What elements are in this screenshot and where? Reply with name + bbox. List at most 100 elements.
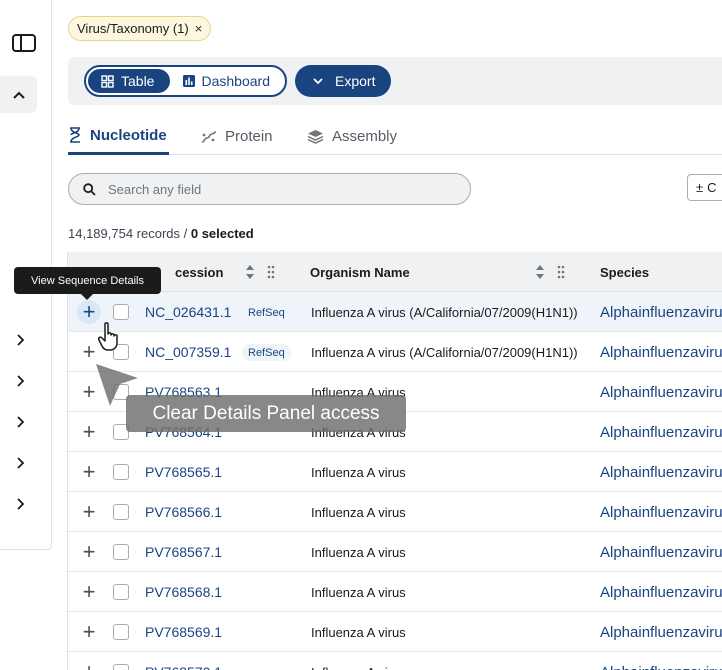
row-checkbox[interactable]	[113, 504, 129, 520]
records-total: 14,189,754 records /	[68, 226, 191, 241]
view-details-plus-icon[interactable]: +	[77, 300, 101, 324]
organism-name-cell: Influenza A virus	[311, 652, 406, 670]
accession-link[interactable]: NC_026431.1	[145, 292, 231, 332]
table-row: + PV768567.1 Influenza A virus Alphainfluen…	[68, 532, 722, 572]
accession-link[interactable]: PV768566.1	[145, 492, 222, 532]
filter-chip-label: Virus/Taxonomy (1)	[77, 21, 189, 36]
columns-button[interactable]: ± C	[687, 174, 722, 201]
sidebar-panel-icon[interactable]	[12, 34, 36, 52]
species-link[interactable]: Alphainfluenzaviru	[600, 612, 722, 652]
species-link[interactable]: Alphainfluenzaviru	[600, 532, 722, 572]
columns-button-label: C	[707, 180, 717, 195]
species-link[interactable]: Alphainfluenzaviru	[600, 572, 722, 612]
table-row: + PV768569.1 Influenza A virus Alphainfluen…	[68, 612, 722, 652]
row-checkbox[interactable]	[113, 464, 129, 480]
chevron-right-icon[interactable]	[12, 373, 28, 389]
export-button[interactable]: Export	[295, 65, 391, 97]
filter-chip-taxonomy[interactable]: Virus/Taxonomy (1) ×	[68, 16, 212, 41]
organism-header-label: Organism Name	[310, 264, 410, 280]
tab-protein[interactable]: Protein	[201, 118, 273, 155]
results-table: cession Organism Name Species + NC_026431…	[67, 252, 722, 670]
tab-assembly[interactable]: Assembly	[307, 118, 397, 155]
table-view-label: Table	[121, 73, 155, 89]
species-link[interactable]: Alphainfluenzaviru	[600, 292, 722, 332]
organism-name-cell: Influenza A virus	[311, 504, 406, 520]
tab-nucleotide-label: Nucleotide	[90, 126, 167, 144]
column-header-organism[interactable]: Organism Name	[310, 252, 410, 292]
row-checkbox[interactable]	[113, 304, 129, 320]
plus-minus-icon: ±	[696, 180, 704, 195]
accession-link[interactable]: PV768569.1	[145, 612, 222, 652]
search-input[interactable]	[108, 181, 408, 197]
column-header-species[interactable]: Species	[600, 252, 649, 292]
refseq-badge: RefSeq	[242, 344, 291, 361]
table-row: + NC_007359.1 RefSeq Influenza A virus (A/C…	[68, 332, 722, 372]
chevron-right-icon[interactable]	[12, 455, 28, 471]
row-checkbox[interactable]	[113, 664, 129, 670]
species-link[interactable]: Alphainfluenzaviru	[600, 492, 722, 532]
records-selected: 0 selected	[190, 226, 254, 241]
species-link[interactable]: Alphainfluenzaviru	[600, 452, 722, 492]
view-details-plus-icon[interactable]: +	[77, 620, 101, 644]
view-details-plus-icon[interactable]: +	[77, 660, 101, 670]
accession-header-label: cession	[175, 264, 224, 280]
accession-link[interactable]: PV768567.1	[145, 532, 222, 572]
dashboard-view-label: Dashboard	[201, 73, 271, 89]
column-header-accession[interactable]: cession	[175, 252, 223, 292]
species-link[interactable]: Alphainfluenzaviru	[600, 332, 722, 372]
sort-icon[interactable]	[245, 263, 255, 281]
tab-protein-label: Protein	[225, 128, 273, 145]
organism-name-cell: Influenza A virus	[311, 544, 406, 560]
organism-name-cell: Influenza A virus	[311, 584, 406, 600]
hand-cursor-icon	[98, 322, 122, 357]
species-header-label: Species	[600, 264, 650, 280]
drag-handle-icon[interactable]	[267, 265, 275, 279]
records-count: 14,189,754 records / 0 selected	[68, 226, 254, 241]
accession-link[interactable]: PV768568.1	[145, 572, 222, 612]
table-view-button[interactable]: Table	[88, 69, 170, 93]
bar-chart-icon	[182, 75, 195, 87]
organism-name-cell: Influenza A virus	[311, 464, 406, 480]
species-link[interactable]: Alphainfluenzaviru	[600, 652, 722, 670]
species-link[interactable]: Alphainfluenzaviru	[600, 372, 722, 412]
accession-link[interactable]: PV768565.1	[145, 452, 222, 492]
tooltip-arrow	[81, 294, 93, 300]
table-row: + PV768570.1 Influenza A virus Alphainfluen…	[68, 652, 722, 670]
dashboard-view-button[interactable]: Dashboard	[170, 69, 284, 93]
annotation-callout: Clear Details Panel access	[126, 395, 406, 432]
table-row: + PV768568.1 Influenza A virus Alphainfluen…	[68, 572, 722, 612]
protein-icon	[201, 130, 217, 143]
hourglass-icon	[70, 127, 80, 143]
organism-name-cell: Influenza A virus	[311, 624, 406, 640]
row-checkbox[interactable]	[113, 544, 129, 560]
view-details-plus-icon[interactable]: +	[77, 460, 101, 484]
row-checkbox[interactable]	[113, 584, 129, 600]
chevron-up-icon	[12, 91, 25, 99]
view-details-plus-icon[interactable]: +	[77, 420, 101, 444]
view-details-plus-icon[interactable]: +	[77, 500, 101, 524]
view-details-plus-icon[interactable]: +	[77, 580, 101, 604]
row-checkbox[interactable]	[113, 624, 129, 640]
search-bar	[68, 173, 471, 205]
view-toggle: Table Dashboard	[84, 65, 287, 97]
annotation-text: Clear Details Panel access	[152, 402, 380, 424]
table-row: + PV768566.1 Influenza A virus Alphainfluen…	[68, 492, 722, 532]
close-icon[interactable]: ×	[195, 21, 203, 36]
chevron-right-icon[interactable]	[12, 496, 28, 512]
refseq-badge: RefSeq	[242, 304, 291, 321]
view-details-plus-icon[interactable]: +	[77, 540, 101, 564]
chevron-right-icon[interactable]	[12, 332, 28, 348]
species-link[interactable]: Alphainfluenzaviru	[600, 412, 722, 452]
accession-link[interactable]: NC_007359.1	[145, 332, 231, 372]
sidebar-collapse-button[interactable]	[0, 76, 37, 113]
grid-icon	[101, 74, 114, 88]
accession-link[interactable]: PV768570.1	[145, 652, 222, 670]
sort-icon[interactable]	[535, 263, 545, 281]
drag-handle-icon[interactable]	[557, 265, 565, 279]
table-row: + NC_026431.1 RefSeq Influenza A virus (A/C…	[68, 292, 722, 332]
tab-nucleotide[interactable]: Nucleotide	[68, 118, 169, 155]
tooltip: View Sequence Details	[14, 267, 161, 294]
organism-name-cell: Influenza A virus (A/California/07/2009(…	[311, 304, 578, 320]
tab-assembly-label: Assembly	[332, 128, 398, 145]
chevron-right-icon[interactable]	[12, 414, 28, 430]
